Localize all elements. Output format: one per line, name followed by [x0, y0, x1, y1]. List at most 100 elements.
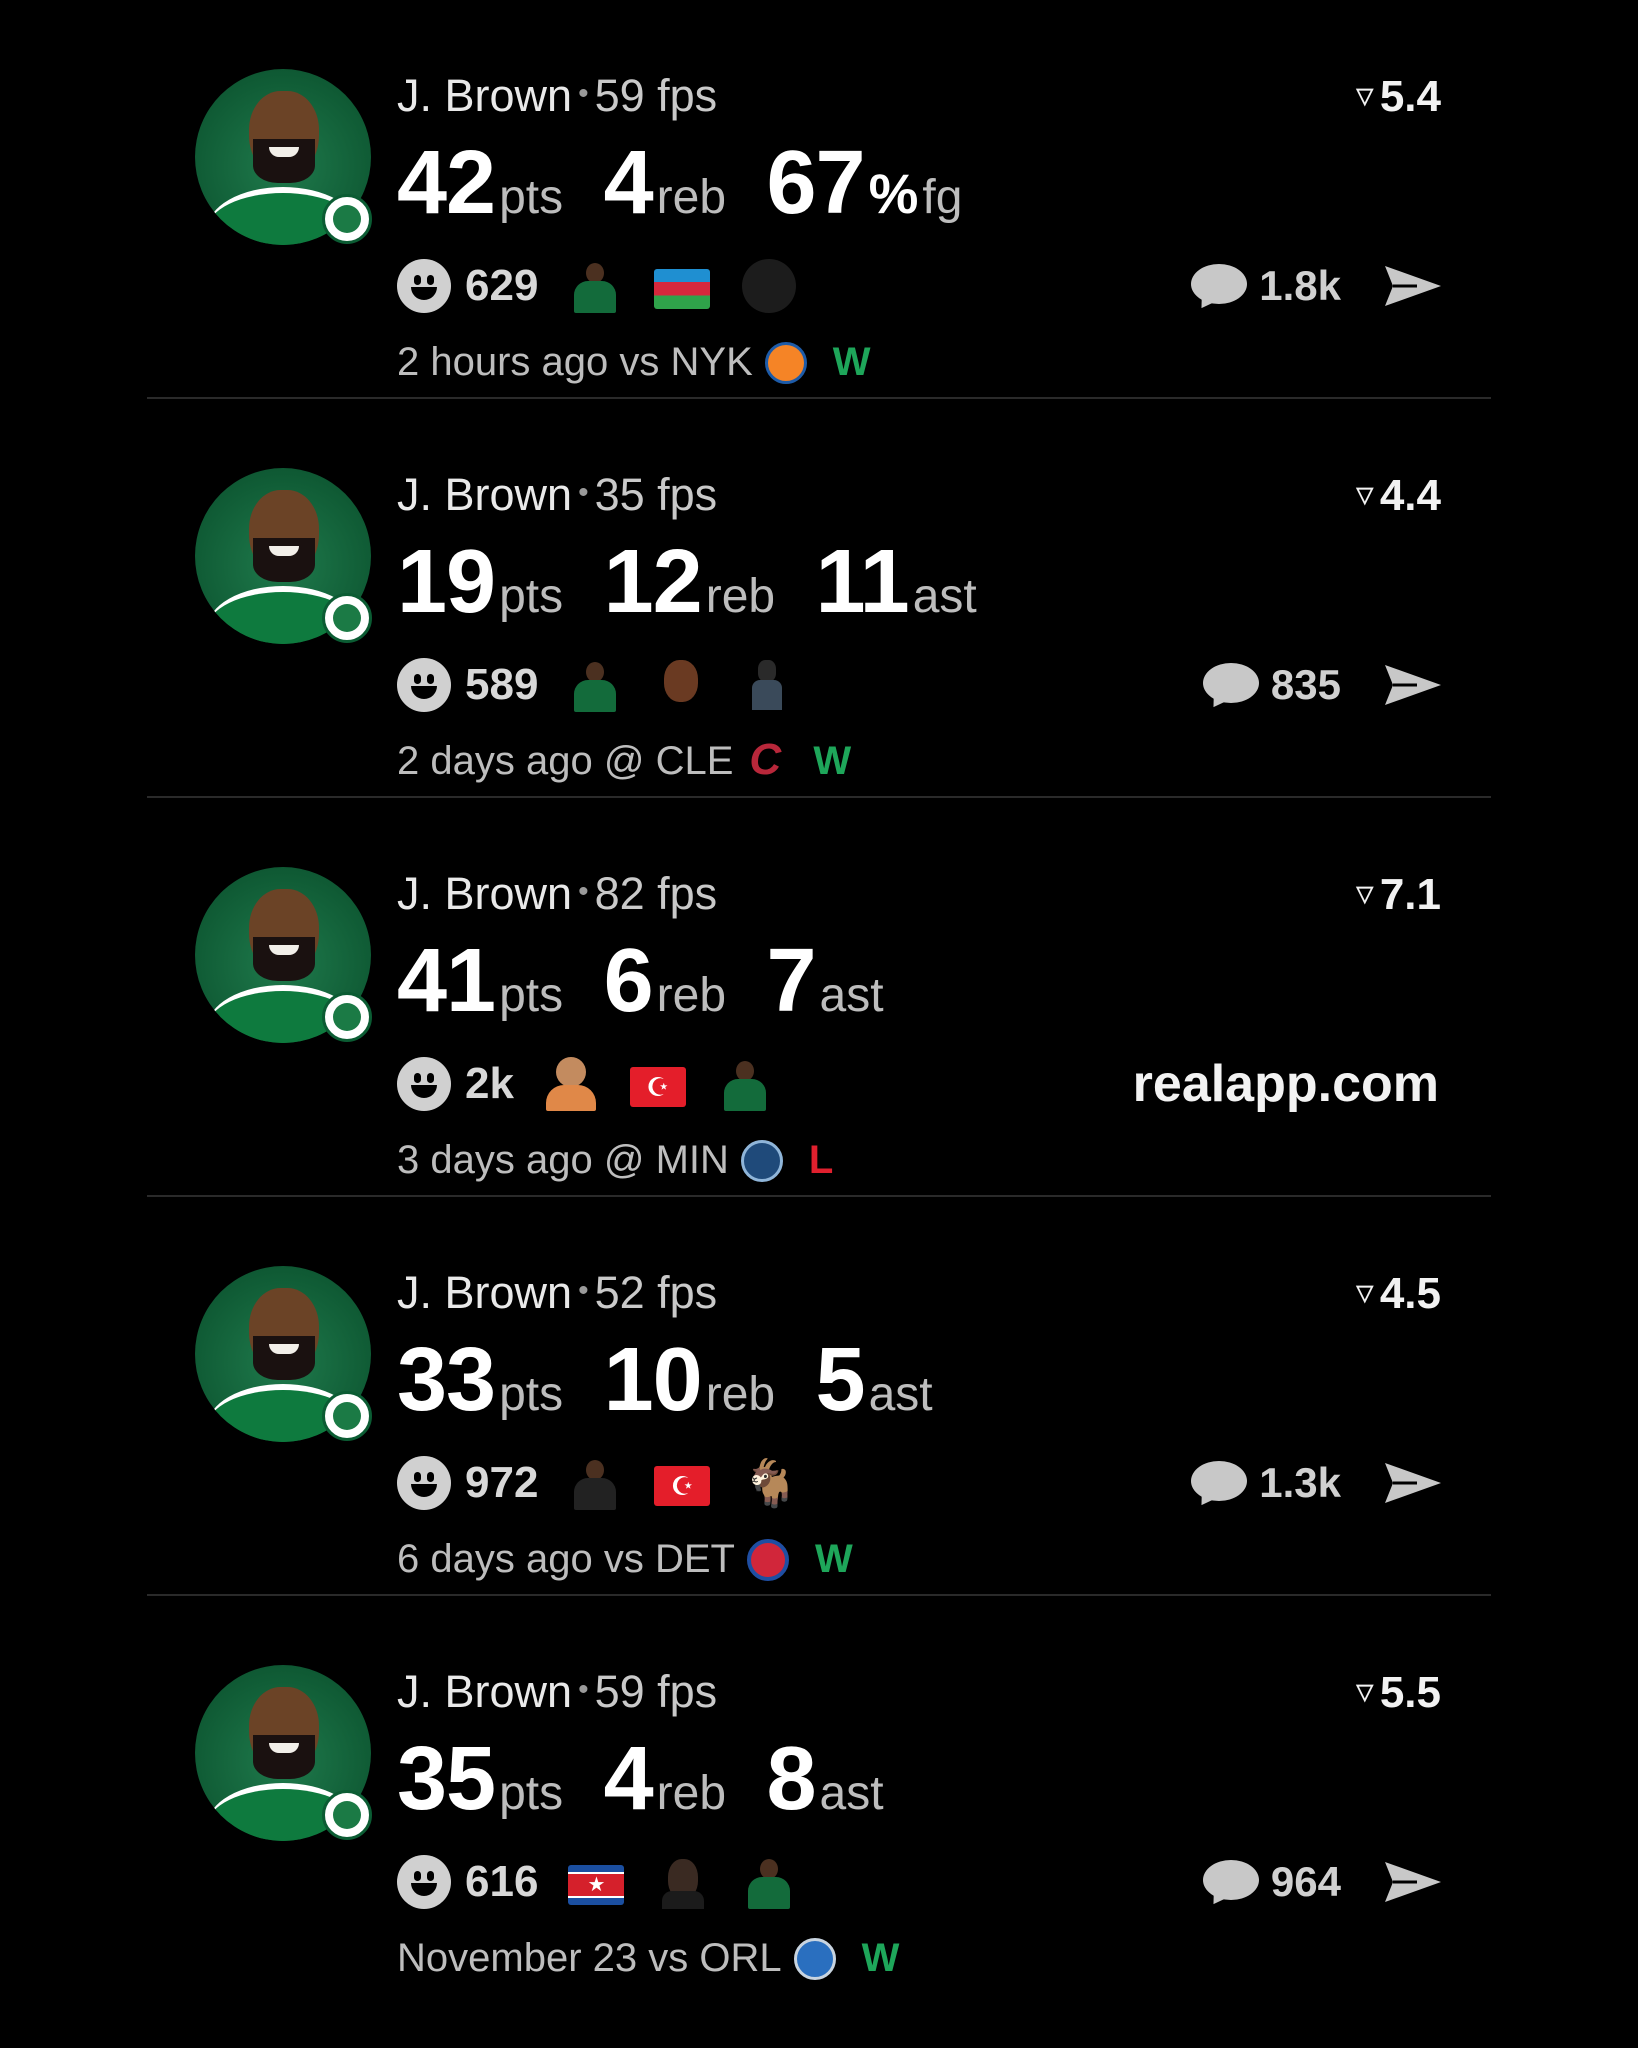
opponent: MIN — [655, 1138, 729, 1182]
stat-line: 42pts 4reb 67%fg — [397, 132, 998, 235]
post-card[interactable]: J. Brown • 59 fps ▿ 5.5 35pts 4reb 8ast 616… — [147, 1596, 1491, 1993]
share-icon[interactable] — [1383, 661, 1443, 709]
stat-unit: fg — [922, 171, 963, 224]
game-result: W — [813, 739, 852, 783]
stat-value: 10 — [603, 1330, 703, 1430]
celtics-badge-icon — [322, 1391, 372, 1441]
rating-icon: ▿ — [1355, 872, 1374, 913]
reactions-row[interactable]: 629 — [397, 258, 828, 314]
post-card[interactable]: J. Brown • 59 fps ▿ 5.4 42pts 4reb 67%fg 62… — [147, 0, 1491, 399]
rating[interactable]: ▿ 7.1 — [1356, 870, 1441, 920]
celtics-badge-icon — [322, 593, 372, 643]
stat-value: 33 — [397, 1330, 496, 1430]
post-header: J. Brown • 59 fps — [397, 70, 717, 122]
percent-sign: % — [868, 162, 919, 225]
stat-unit: reb — [656, 171, 727, 224]
game-meta[interactable]: November 23 vs ORL W — [397, 1936, 899, 1981]
comment-count: 1.3k — [1259, 1459, 1341, 1506]
rating-value: 7.1 — [1379, 870, 1441, 919]
stat-reb: 6reb — [604, 930, 726, 1033]
game-meta[interactable]: 3 days ago @ MIN L — [397, 1138, 833, 1183]
time-ago: 3 days ago — [397, 1138, 593, 1182]
fps-value: 59 fps — [594, 70, 718, 121]
stat-unit: reb — [705, 570, 776, 623]
reaction-face-icon — [656, 1855, 710, 1909]
rating[interactable]: ▿ 5.5 — [1356, 1668, 1441, 1718]
post-card[interactable]: J. Brown • 35 fps ▿ 4.4 19pts 12reb 11ast 5… — [147, 399, 1491, 798]
post-card[interactable]: J. Brown • 52 fps ▿ 4.5 33pts 10reb 5ast 97… — [147, 1197, 1491, 1596]
smiley-icon[interactable] — [397, 1855, 451, 1909]
game-meta[interactable]: 6 days ago vs DET W — [397, 1537, 853, 1582]
comment-bubble-icon — [1191, 264, 1248, 314]
share-icon[interactable] — [1383, 262, 1443, 310]
stat-value: 67 — [766, 133, 865, 233]
comments-button[interactable]: 1.8k — [1191, 258, 1341, 314]
fps-value: 59 fps — [594, 1666, 718, 1717]
game-result: W — [814, 1537, 853, 1581]
stat-reb: 4reb — [604, 1728, 726, 1831]
smiley-icon[interactable] — [397, 1057, 451, 1111]
rating-value: 5.5 — [1379, 1668, 1441, 1717]
stat-line: 41pts 6reb 7ast — [397, 930, 920, 1033]
stat-unit: pts — [499, 171, 564, 224]
reaction-goat-icon: 🐐 — [742, 1457, 800, 1509]
separator-dot: • — [578, 1673, 589, 1706]
stat-value: 41 — [397, 931, 496, 1031]
venue: vs — [619, 340, 660, 384]
rating-value: 4.5 — [1379, 1269, 1441, 1318]
player-name[interactable]: J. Brown — [397, 1267, 572, 1318]
smiley-icon[interactable] — [397, 658, 451, 712]
rating-value: 5.4 — [1379, 72, 1441, 121]
opponent: ORL — [699, 1936, 782, 1980]
fps-value: 82 fps — [594, 868, 718, 919]
reactions-row[interactable]: 589 — [397, 657, 826, 713]
separator-dot: • — [578, 476, 589, 509]
post-card[interactable]: J. Brown • 82 fps ▿ 7.1 41pts 6reb 7ast 2k … — [147, 798, 1491, 1197]
stat-value: 4 — [603, 133, 654, 233]
share-icon[interactable] — [1383, 1459, 1443, 1507]
separator-dot: • — [578, 1274, 589, 1307]
comment-bubble-icon — [1191, 1461, 1248, 1511]
timberwolves-logo-icon — [740, 1139, 783, 1182]
stat-unit: pts — [499, 1767, 564, 1820]
player-name[interactable]: J. Brown — [397, 868, 572, 919]
reactions-row[interactable]: 972 ☪ 🐐 — [397, 1455, 828, 1511]
comments-button[interactable]: 835 — [1202, 657, 1341, 713]
rating[interactable]: ▿ 4.4 — [1356, 471, 1441, 521]
reaction-count: 2k — [465, 1059, 514, 1108]
game-feed: J. Brown • 59 fps ▿ 5.4 42pts 4reb 67%fg 62… — [147, 0, 1491, 1993]
post-header: J. Brown • 59 fps — [397, 1666, 717, 1718]
game-meta[interactable]: 2 days ago @ CLE W — [397, 735, 852, 785]
share-icon[interactable] — [1383, 1858, 1443, 1906]
stat-value: 12 — [603, 532, 703, 632]
stat-unit: reb — [705, 1368, 776, 1421]
comment-count: 964 — [1270, 1858, 1341, 1905]
player-name[interactable]: J. Brown — [397, 469, 572, 520]
reaction-player-celtics — [742, 1855, 796, 1909]
smiley-icon[interactable] — [397, 1456, 451, 1510]
reactions-row[interactable]: 2k ☪ — [397, 1056, 804, 1112]
comment-count: 1.8k — [1259, 262, 1341, 309]
game-meta[interactable]: 2 hours ago vs NYK W — [397, 340, 871, 385]
stat-unit: reb — [656, 1767, 727, 1820]
reaction-black-circle-icon — [742, 259, 797, 313]
opponent: DET — [654, 1537, 735, 1581]
comment-count: 835 — [1270, 661, 1341, 708]
promo-link[interactable]: realapp.com — [1133, 1054, 1439, 1114]
comments-button[interactable]: 964 — [1202, 1854, 1341, 1910]
comments-button[interactable]: 1.3k — [1191, 1455, 1341, 1511]
reaction-count: 616 — [465, 1857, 539, 1906]
player-name[interactable]: J. Brown — [397, 1666, 572, 1717]
reactions-row[interactable]: 616 ★ — [397, 1854, 828, 1910]
rating[interactable]: ▿ 4.5 — [1356, 1269, 1441, 1319]
stat-unit: pts — [499, 1368, 564, 1421]
game-result: W — [832, 340, 871, 384]
venue: vs — [603, 1537, 644, 1581]
stat-line: 35pts 4reb 8ast — [397, 1728, 920, 1831]
player-name[interactable]: J. Brown — [397, 70, 572, 121]
stat-value: 7 — [766, 931, 816, 1031]
stat-value: 42 — [397, 133, 496, 233]
cavaliers-logo-icon — [745, 735, 787, 785]
smiley-icon[interactable] — [397, 259, 451, 313]
rating[interactable]: ▿ 5.4 — [1356, 72, 1441, 122]
